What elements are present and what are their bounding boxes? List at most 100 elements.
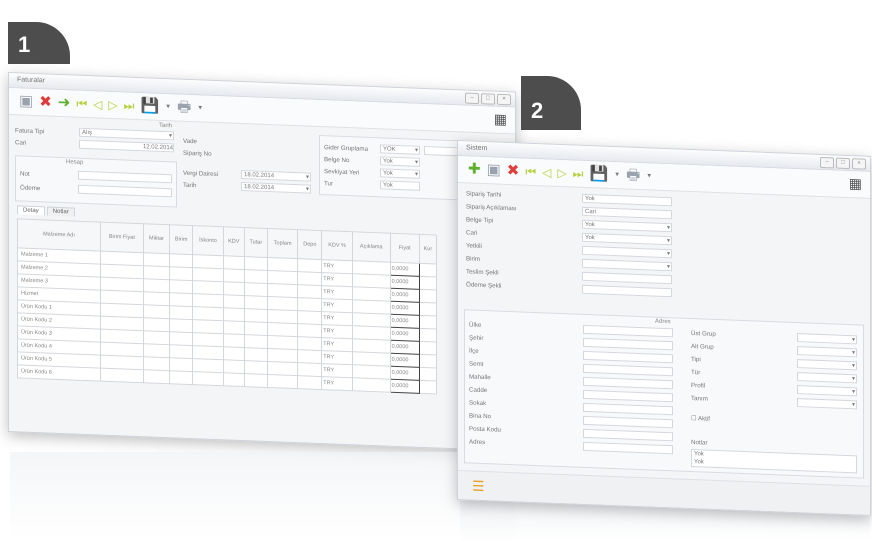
table-cell[interactable]	[169, 279, 193, 294]
minimize-button[interactable]: –	[465, 92, 479, 105]
table-cell[interactable]	[267, 270, 298, 285]
column-header[interactable]: Fiyat	[390, 233, 420, 264]
table-cell[interactable]	[297, 258, 322, 273]
printer-icon[interactable]: 🖶	[177, 97, 191, 118]
table-cell[interactable]: 0,0000	[390, 366, 420, 381]
table-cell[interactable]	[192, 267, 224, 282]
form-field[interactable]	[582, 258, 672, 272]
table-cell[interactable]	[169, 357, 193, 372]
column-header[interactable]: Toplam	[267, 228, 298, 259]
table-cell[interactable]: 0,0000	[390, 275, 420, 290]
table-cell[interactable]	[244, 308, 268, 323]
table-cell[interactable]: 0,0000	[390, 327, 420, 342]
column-header[interactable]: Depo	[297, 229, 322, 260]
table-cell[interactable]	[223, 346, 245, 361]
table-cell[interactable]	[267, 361, 298, 376]
table-cell[interactable]	[419, 354, 437, 368]
table-cell[interactable]	[192, 293, 224, 308]
classification-select[interactable]	[797, 346, 857, 358]
table-cell[interactable]	[223, 255, 245, 270]
chevron-down-icon[interactable]: ▼	[197, 98, 203, 118]
form-field[interactable]	[582, 245, 672, 259]
floppy-icon[interactable]: 💾	[589, 164, 608, 185]
table-cell[interactable]	[223, 307, 245, 322]
table-cell[interactable]: TRY	[321, 259, 353, 274]
table-cell[interactable]	[267, 374, 298, 389]
column-header[interactable]: Açıklama	[352, 231, 391, 263]
form-field[interactable]: Yok	[582, 193, 672, 207]
table-cell[interactable]	[267, 335, 298, 350]
table-cell[interactable]: 0,0000	[390, 301, 420, 316]
form-field[interactable]: Yok	[582, 219, 672, 233]
calculator-icon[interactable]: ▦	[494, 111, 507, 129]
table-cell[interactable]	[143, 369, 170, 384]
table-cell[interactable]	[267, 296, 298, 311]
table-cell[interactable]	[223, 268, 245, 283]
table-cell[interactable]	[267, 309, 298, 324]
note-field[interactable]	[78, 170, 172, 184]
table-cell[interactable]: 0,0000	[390, 379, 420, 394]
previous-record-icon[interactable]: ◁	[93, 94, 102, 114]
address-field[interactable]	[583, 428, 673, 442]
table-cell[interactable]	[297, 362, 322, 377]
column-header[interactable]: İskonto	[192, 225, 224, 256]
table-cell[interactable]	[244, 347, 268, 362]
address-field[interactable]	[583, 441, 673, 455]
classification-select[interactable]	[797, 385, 857, 397]
maximize-button[interactable]: □	[481, 93, 495, 105]
last-record-icon[interactable]: ⏭	[573, 163, 584, 183]
form-field[interactable]: Cari	[582, 206, 672, 220]
classification-select[interactable]	[797, 398, 857, 410]
table-cell[interactable]	[169, 292, 193, 307]
chevron-down-icon[interactable]: ▼	[646, 166, 652, 186]
table-cell[interactable]	[143, 356, 170, 371]
shipping-select[interactable]: Yok	[380, 168, 420, 179]
table-cell[interactable]	[297, 375, 322, 390]
table-cell[interactable]: TRY	[321, 285, 353, 300]
expense-group-select[interactable]: YOK	[380, 144, 420, 155]
table-cell[interactable]	[169, 370, 193, 385]
table-cell[interactable]: TRY	[321, 350, 353, 365]
table-cell[interactable]: 0,0000	[390, 262, 420, 277]
forward-icon[interactable]: ➜	[58, 93, 71, 113]
tab-details[interactable]: Detay	[17, 205, 45, 216]
table-cell[interactable]	[352, 377, 391, 393]
address-field[interactable]	[583, 337, 673, 351]
column-header[interactable]: Birim Fiyat	[100, 222, 144, 253]
address-field[interactable]	[583, 402, 673, 416]
table-cell[interactable]	[169, 305, 193, 320]
table-cell[interactable]	[419, 380, 437, 394]
minimize-button[interactable]: –	[820, 156, 834, 169]
table-cell[interactable]	[419, 302, 437, 316]
table-cell[interactable]	[297, 271, 322, 286]
invoice-type-select[interactable]: Alış	[79, 127, 174, 141]
table-cell[interactable]	[169, 331, 193, 346]
column-header[interactable]: Birim	[169, 224, 193, 255]
document-no-select[interactable]: Yok	[380, 156, 420, 167]
table-cell[interactable]: 0,0000	[390, 353, 420, 368]
table-cell[interactable]: TRY	[321, 363, 353, 378]
table-cell[interactable]: 0,0000	[390, 314, 420, 329]
classification-select[interactable]	[797, 372, 857, 384]
table-cell[interactable]	[169, 318, 193, 333]
table-cell[interactable]	[297, 349, 322, 364]
table-cell[interactable]	[297, 297, 322, 312]
table-cell[interactable]	[223, 281, 245, 296]
table-cell[interactable]: 0,0000	[390, 340, 420, 355]
table-cell[interactable]	[169, 266, 193, 281]
date-select[interactable]: 18.02.2014	[241, 181, 311, 194]
table-cell[interactable]	[169, 253, 193, 268]
table-cell[interactable]	[244, 321, 268, 336]
table-cell[interactable]	[419, 328, 437, 342]
table-cell[interactable]	[223, 333, 245, 348]
close-button[interactable]: ×	[497, 93, 511, 106]
chevron-down-icon[interactable]: ▼	[614, 165, 620, 185]
table-cell[interactable]	[143, 265, 170, 280]
table-cell[interactable]	[192, 306, 224, 321]
table-cell[interactable]	[419, 367, 437, 381]
table-cell[interactable]: TRY	[321, 337, 353, 352]
next-record-icon[interactable]: ▷	[557, 163, 566, 183]
classification-select[interactable]	[797, 359, 857, 371]
notes-field[interactable]: Yok Yok	[691, 448, 857, 474]
table-cell[interactable]	[143, 291, 170, 306]
